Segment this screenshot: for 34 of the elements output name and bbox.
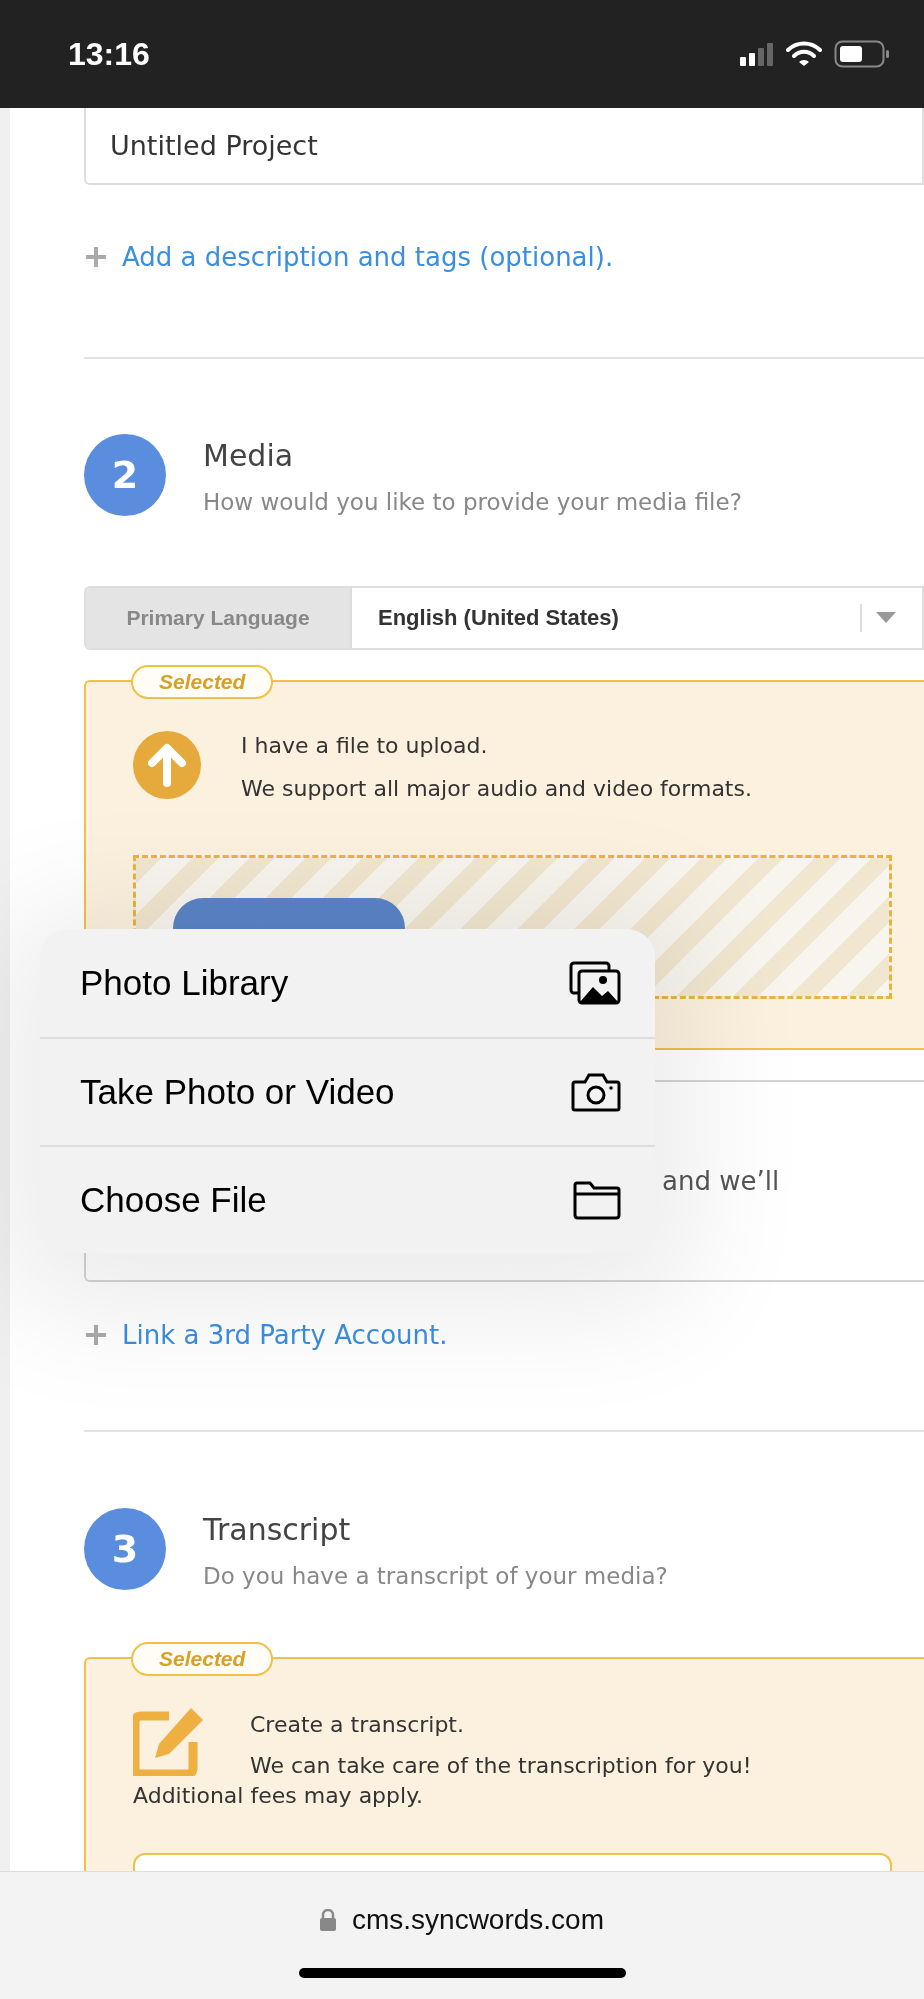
option-description: We can take care of the transcription for you! Additional fees may apply. [133,1752,753,1810]
browser-address-bar[interactable]: cms.syncwords.com [0,1871,924,1999]
option-heading: Create a transcript. [249,1711,465,1737]
step-title: Media [203,438,295,473]
clock-time: 13:16 [68,35,150,73]
folder-icon [573,1180,621,1220]
photos-icon [569,961,621,1005]
transcript-input-box[interactable] [133,1853,892,1871]
option-heading: I have a file to upload. [241,733,489,758]
url-text: cms.syncwords.com [351,1904,604,1936]
language-label: Primary Language [86,588,352,648]
camera-icon [571,1072,621,1112]
language-value: English (United States) [377,605,620,631]
language-select[interactable]: Primary Language English (United States) [84,586,924,650]
wifi-icon [786,41,822,67]
edit-pencil-icon [133,1706,205,1776]
plus-icon [84,245,108,269]
menu-item[interactable]: Choose File [40,1145,655,1253]
step-subtitle: Do you have a transcript of your media? [203,1563,668,1589]
option-description: and we’ll [662,1166,780,1196]
caret-icon [876,612,896,624]
lock-icon [319,1909,336,1931]
plus-icon [84,1323,108,1347]
step-title: Transcript [203,1512,352,1547]
menu-item[interactable]: Take Photo or Video [40,1037,655,1145]
signal-icon [740,42,774,66]
option-description: We support all major audio and video formats. [241,776,752,801]
step-number: 3 [84,1508,166,1590]
step-subtitle: How would you like to provide your media file? [203,489,742,515]
battery-icon [834,40,890,68]
project-title-field[interactable]: Untitled Project [84,108,924,185]
selected-badge: Selected [131,1642,274,1676]
selected-badge: Selected [131,665,274,699]
step-number: 2 [84,434,166,516]
